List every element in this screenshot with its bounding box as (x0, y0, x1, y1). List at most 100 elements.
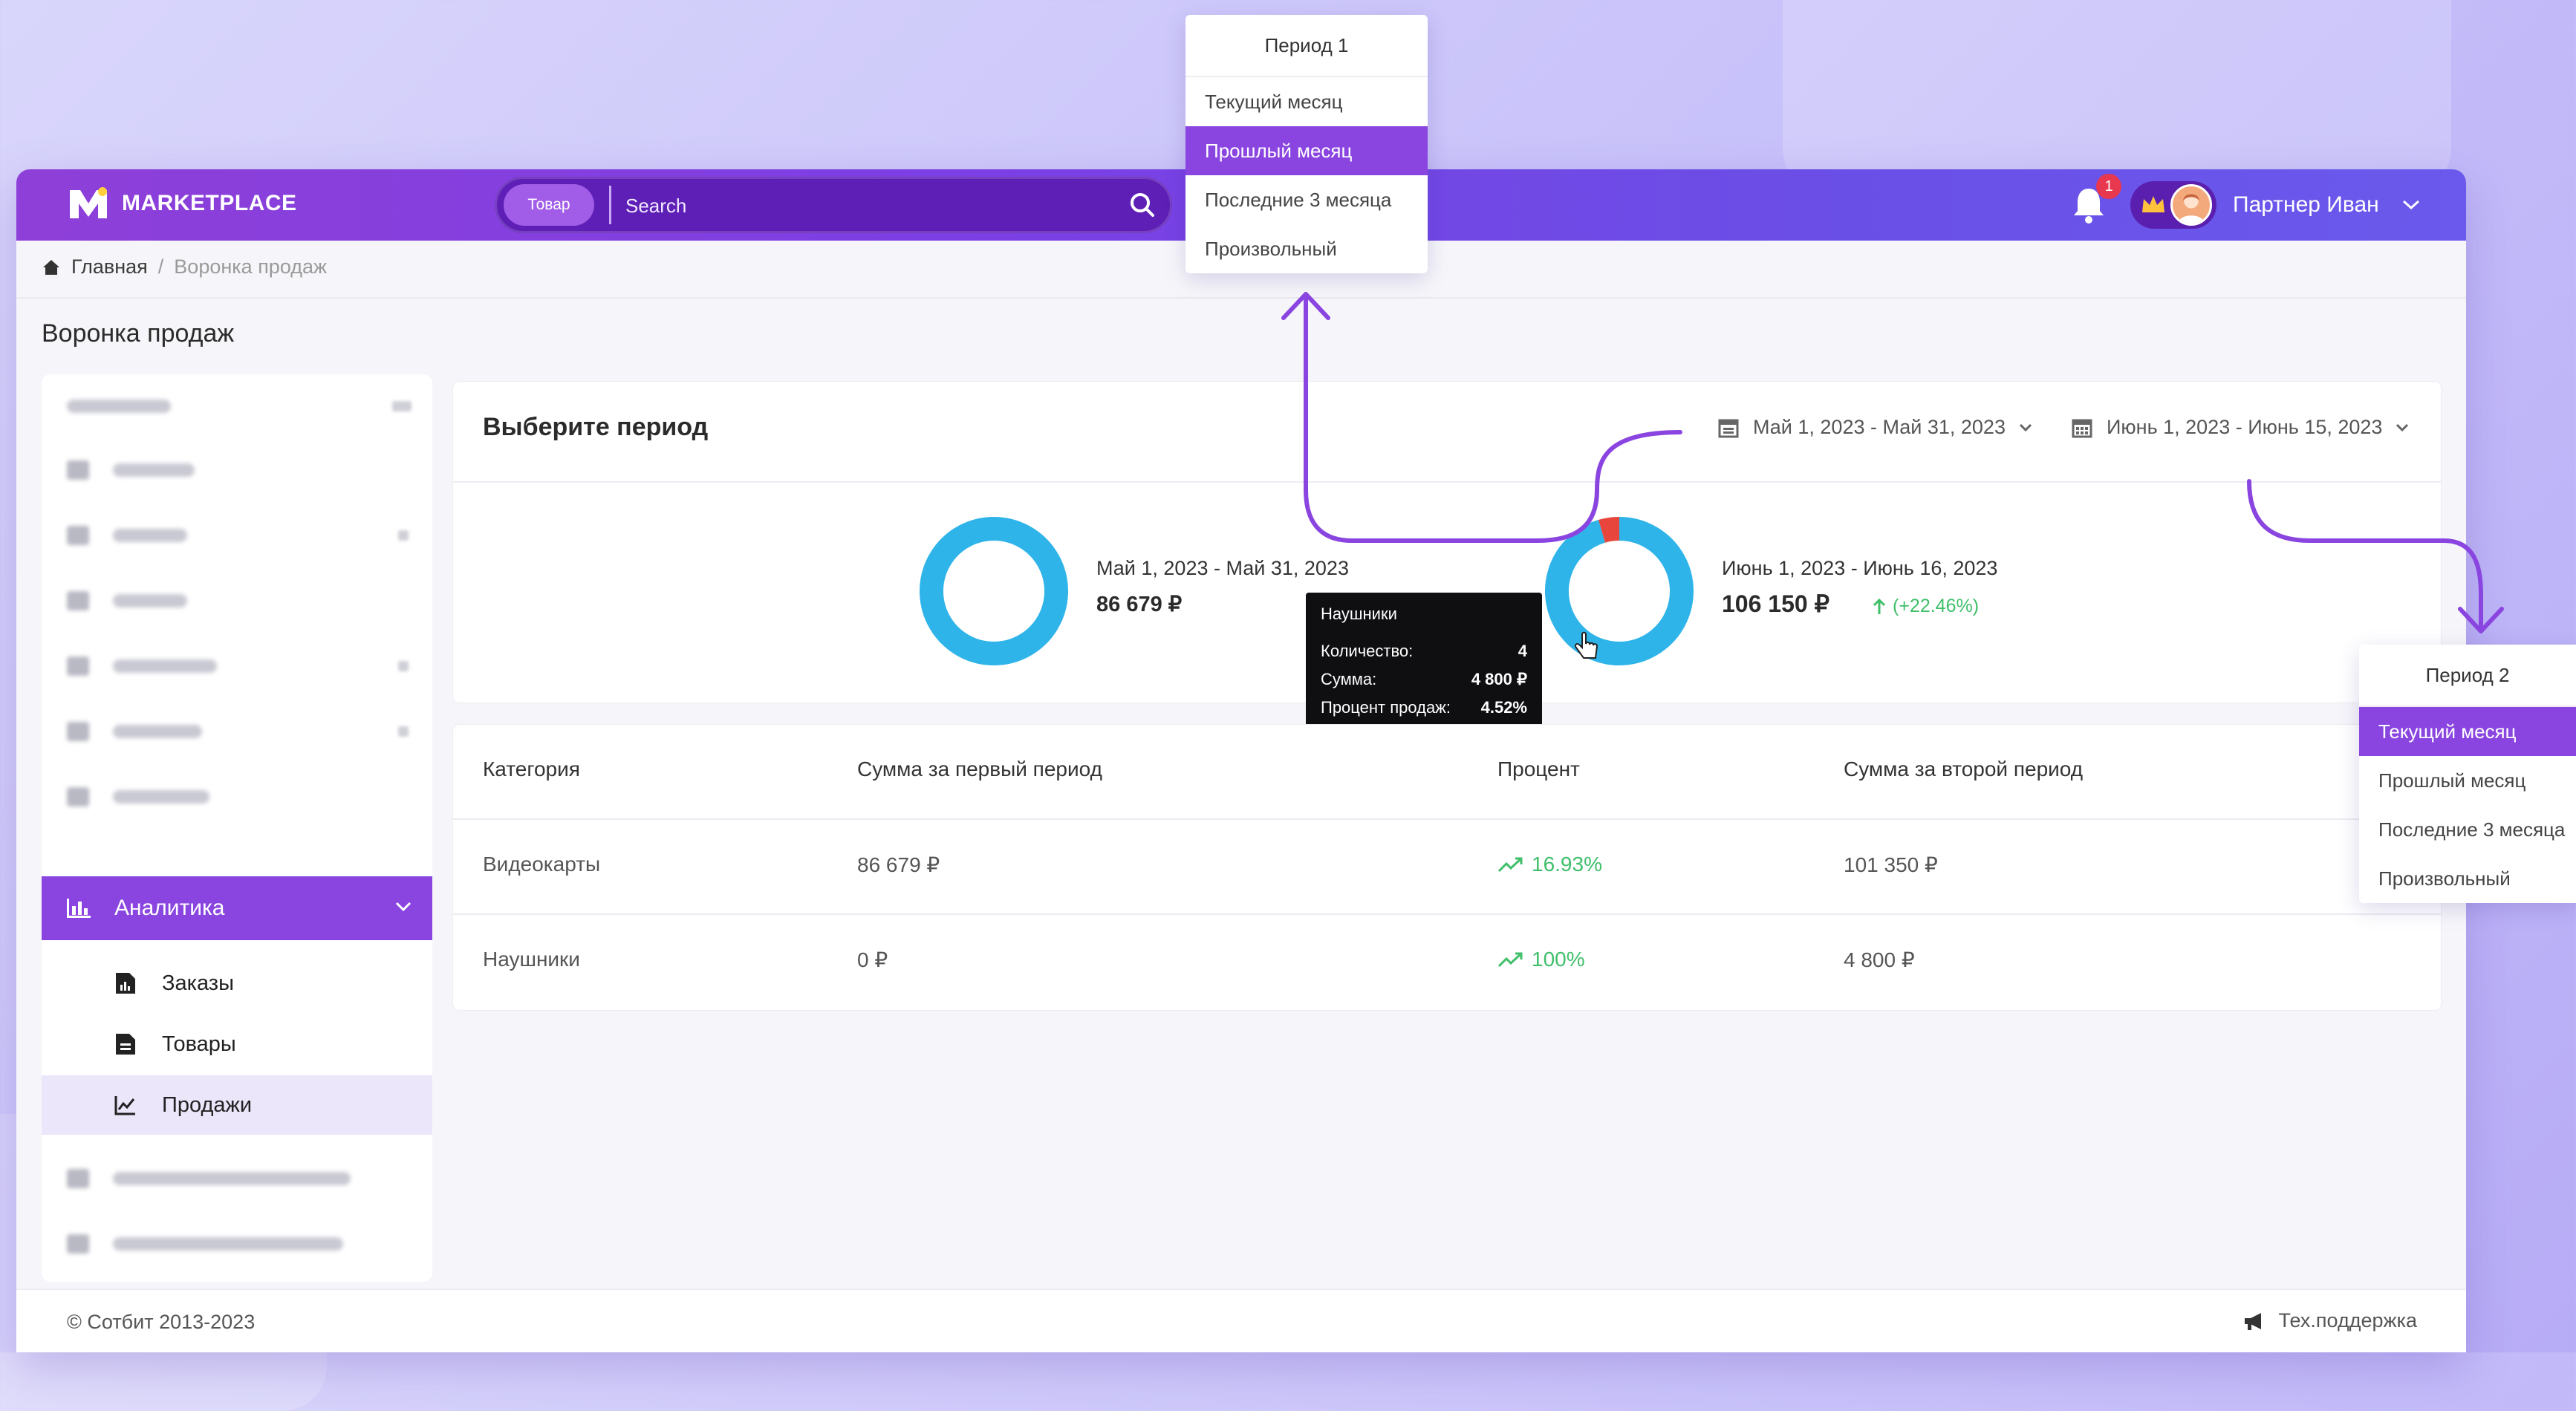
app-window: MARKETPLACE Товар 1 (16, 169, 2466, 1352)
dropdown-period1-option[interactable]: Прошлый месяц (1185, 126, 1428, 175)
dropdown-period1-option[interactable]: Текущий месяц (1185, 77, 1428, 126)
marketplace-logo-icon (70, 187, 107, 218)
tooltip-label: Количество: (1321, 642, 1414, 660)
sidebar-subitem-label: Продажи (162, 1092, 253, 1117)
sidebar-item-blurred[interactable] (67, 786, 209, 808)
dropdown-period2-option[interactable]: Прошлый месяц (2359, 756, 2576, 805)
breadcrumb-separator: / (157, 255, 164, 278)
chevron-right-icon (398, 530, 409, 541)
donut2-label: Июнь 1, 2023 - Июнь 16, 2023 (1722, 557, 1998, 579)
chevron-down-icon (2402, 200, 2419, 210)
table-cell-category: Наушники (483, 948, 580, 971)
sidebar-item-blurred[interactable] (67, 459, 195, 481)
breadcrumb-current: Воронка продаж (174, 255, 328, 278)
annotation-arrowhead-period2 (2458, 607, 2504, 633)
dropdown-period1-option[interactable]: Последние 3 месяца (1185, 175, 1428, 224)
sidebar-item-label: Аналитика (114, 896, 225, 920)
period1-date-selector[interactable]: Май 1, 2023 - Май 31, 2023 (1717, 416, 2032, 439)
notification-count-badge: 1 (2096, 174, 2121, 199)
support-link[interactable]: Тех.поддержка (2243, 1309, 2417, 1332)
divider (16, 297, 2466, 299)
search-input[interactable] (624, 187, 1102, 224)
sidebar-item-blurred[interactable] (67, 524, 187, 547)
dropdown-period2-option[interactable]: Произвольный (2359, 854, 2576, 903)
dropdown-title: Период 1 (1185, 15, 1428, 77)
line-chart-icon (114, 1096, 135, 1115)
chevron-down-icon (395, 902, 412, 912)
tooltip-value: 4 800 ₽ (1471, 670, 1527, 688)
trending-up-icon (1497, 952, 1523, 968)
table-cell-sum2: 101 350 ₽ (1844, 853, 1938, 876)
growth-delta-value: (+22.46%) (1893, 596, 1980, 616)
donut1-value: 86 679 ₽ (1096, 593, 1183, 616)
divider (453, 481, 2441, 483)
sidebar-subitem-orders[interactable]: Заказы (42, 954, 432, 1013)
table-cell-percent: 16.93% (1497, 853, 1602, 876)
donut-segment[interactable] (1598, 517, 1620, 543)
user-menu[interactable]: Партнер Иван (2130, 178, 2427, 232)
table-cell-sum2: 4 800 ₽ (1844, 948, 1915, 971)
logo-text: MARKETPLACE (122, 191, 297, 215)
table-header-category: Категория (483, 757, 580, 781)
donut1-label: Май 1, 2023 - Май 31, 2023 (1096, 557, 1349, 579)
search-bar: Товар (495, 177, 1172, 233)
sidebar-item-blurred[interactable] (67, 590, 187, 612)
dropdown-period2-option[interactable]: Последние 3 месяца (2359, 805, 2576, 854)
sidebar-item-blurred[interactable] (67, 1233, 343, 1255)
breadcrumb-home-link[interactable]: Главная (71, 255, 148, 278)
period2-date-selector[interactable]: Июнь 1, 2023 - Июнь 15, 2023 (2071, 416, 2409, 439)
sidebar-toggle-blurred[interactable] (392, 401, 412, 411)
sidebar-item-blurred[interactable] (67, 655, 217, 677)
breadcrumb: Главная / Воронка продаж (42, 255, 327, 278)
hand-cursor-icon (1574, 631, 1598, 659)
period2-dropdown: Период 2 Текущий месяц Прошлый месяц После… (2359, 645, 2576, 903)
table-cell-category: Видеокарты (483, 853, 601, 876)
period-card-title: Выберите период (483, 413, 709, 441)
chart-tooltip: Наушники Количество: 4 Сумма: 4 800 ₽ Проц… (1306, 593, 1542, 740)
chevron-right-icon (398, 726, 409, 737)
dropdown-title: Период 2 (2359, 645, 2576, 707)
sidebar-subitem-label: Заказы (162, 971, 234, 995)
dropdown-period2-option[interactable]: Текущий месяц (2359, 707, 2576, 756)
chevron-right-icon (398, 661, 409, 671)
search-separator (609, 186, 611, 224)
table-cell-sum1: 0 ₽ (857, 948, 888, 971)
avatar-portrait-icon (2178, 193, 2205, 224)
avatar (2170, 184, 2212, 226)
sidebar-item-analytics[interactable]: Аналитика (42, 876, 432, 940)
sales-table-card: Категория Сумма за первый период Процент… (453, 725, 2441, 1010)
table-header-sum-period2: Сумма за второй период (1844, 757, 2084, 781)
calendar-icon (2072, 419, 2092, 437)
home-icon (43, 259, 59, 275)
tooltip-label: Процент продаж: (1321, 698, 1451, 717)
sidebar-subitem-sales[interactable]: Продажи (42, 1075, 432, 1135)
sidebar-item-blurred[interactable] (67, 1167, 351, 1190)
tooltip-value: 4 (1518, 642, 1527, 660)
tooltip-row: Сумма: 4 800 ₽ (1321, 670, 1527, 689)
sidebar: Аналитика Заказы Товары Продажи (42, 374, 432, 1282)
dropdown-period1-option[interactable]: Произвольный (1185, 224, 1428, 273)
search-icon[interactable] (1128, 190, 1157, 220)
tooltip-label: Сумма: (1321, 670, 1377, 688)
footer: © Сотбит 2013-2023 Тех.поддержка (16, 1288, 2466, 1352)
sidebar-header-blurred (67, 395, 171, 417)
search-category-chip[interactable]: Товар (504, 184, 594, 226)
tooltip-row: Количество: 4 (1321, 642, 1527, 661)
period1-dropdown: Период 1 Текущий месяц Прошлый месяц После… (1185, 15, 1428, 273)
sidebar-subitem-products[interactable]: Товары (42, 1014, 432, 1074)
dropdown-options: Текущий месяц Прошлый месяц Последние 3 ме… (1185, 77, 1428, 273)
user-badge (2130, 181, 2216, 229)
tooltip-row: Процент продаж: 4.52% (1321, 698, 1527, 717)
sidebar-item-blurred[interactable] (67, 720, 202, 743)
document-list-icon (116, 1034, 135, 1055)
calendar-icon (1718, 419, 1739, 437)
crown-icon (2142, 196, 2164, 212)
bar-chart-icon (67, 899, 91, 918)
donut-segment[interactable] (920, 517, 1068, 665)
logo[interactable]: MARKETPLACE (67, 186, 297, 221)
donut-chart-period2[interactable] (1544, 515, 1695, 667)
table-cell-sum1: 86 679 ₽ (857, 853, 940, 876)
tooltip-value: 4.52% (1480, 698, 1527, 717)
chevron-down-icon (2019, 423, 2032, 431)
table-cell-percent: 100% (1497, 948, 1585, 971)
